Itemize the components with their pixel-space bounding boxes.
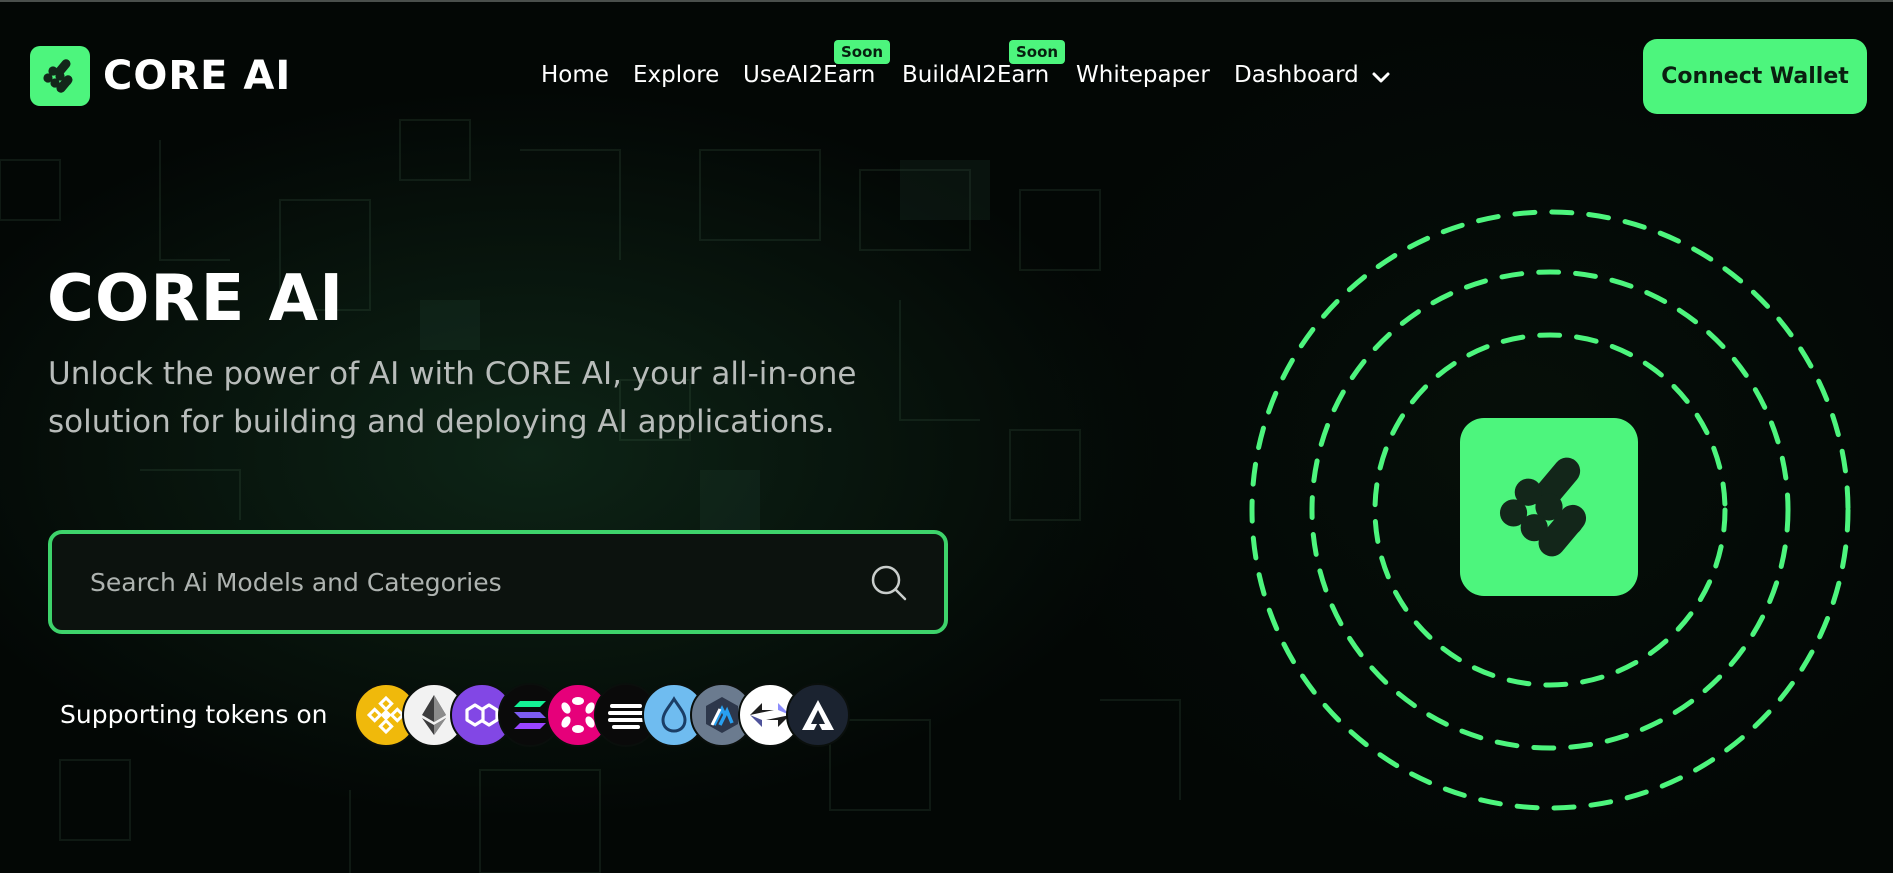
core-ai-logo-icon [1460,418,1638,596]
hero-title: CORE AI [47,262,344,336]
search-icon[interactable] [870,564,908,602]
nav-home[interactable]: Home [541,62,609,88]
nav-dashboard[interactable]: Dashboard [1234,62,1359,88]
nav-useai2earn[interactable]: UseAI2Earn [743,62,875,88]
supporting-tokens-label: Supporting tokens on [60,700,328,729]
soon-badge: Soon [1009,40,1066,64]
chevron-down-icon[interactable] [1370,66,1392,88]
nav-buildai2earn[interactable]: BuildAI2Earn [902,62,1049,88]
avalanche-icon [786,683,850,747]
token-list [354,683,874,747]
connect-wallet-button[interactable]: Connect Wallet [1643,39,1867,114]
brand-logo[interactable]: CORE AI [30,46,291,106]
nav-explore[interactable]: Explore [633,62,719,88]
hero-subtitle: Unlock the power of AI with CORE AI, you… [48,356,857,440]
brand-name: CORE AI [103,53,292,99]
site-header: CORE AI Home Explore UseAI2Earn Soon Bui… [0,0,1893,150]
search-input[interactable] [90,534,850,630]
core-ai-logo-icon [30,46,90,106]
window-top-border [0,0,1893,2]
search-bar [48,530,948,634]
nav-whitepaper[interactable]: Whitepaper [1076,62,1210,88]
soon-badge: Soon [834,40,891,64]
